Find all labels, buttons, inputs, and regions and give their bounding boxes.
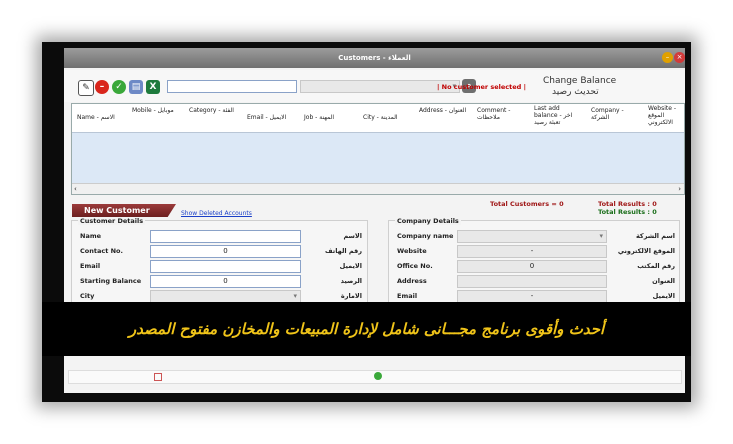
column-job[interactable]: Job - المهنة [304, 114, 352, 121]
address-field[interactable] [457, 275, 607, 288]
no-customer-selected: | No customer selected | [437, 83, 526, 91]
starting-balance-field[interactable]: 0 [150, 275, 301, 288]
toolbar: ✎ – ✓ ▤ X ▾ ⌕ [64, 70, 685, 102]
promo-caption: أحدث وأقوى برنامج مجـــانى شامل لإدارة ا… [128, 320, 605, 338]
field-label-ar: الموقع الالكتروني [617, 247, 675, 255]
field-label-ar: الاسم [343, 232, 362, 240]
save-icon[interactable]: ✓ [112, 80, 126, 94]
delete-icon[interactable]: – [95, 80, 109, 94]
name-field[interactable] [150, 230, 301, 243]
field-label: Office No. [397, 262, 433, 270]
field-label-ar: الايميل [339, 262, 362, 270]
company-name-select[interactable]: ▾ [457, 230, 607, 243]
bottom-strip [64, 364, 685, 390]
chevron-down-icon: ▾ [599, 232, 603, 240]
field-label: Address [397, 277, 427, 285]
customers-table[interactable]: Name - الاسم Mobile - موبايل Category - … [71, 103, 685, 195]
field-label-ar: الرصيد [340, 277, 362, 285]
field-label-ar: اسم الشركة [635, 232, 675, 240]
email-field[interactable] [150, 260, 301, 273]
field-label: City [80, 292, 95, 300]
field-label: Email [80, 262, 101, 270]
column-address[interactable]: Address - العنوان [419, 107, 467, 114]
column-email[interactable]: Email - الايميل [247, 114, 307, 121]
scroll-right-icon[interactable]: › [678, 184, 681, 194]
excel-icon[interactable]: X [146, 80, 160, 94]
field-label: Starting Balance [80, 277, 142, 285]
change-balance-button-ar[interactable]: تحديث رصيد [552, 87, 599, 97]
field-label: Name [80, 232, 102, 240]
customer-select[interactable]: ▾ [300, 80, 460, 93]
promo-overlay: أحدث وأقوى برنامج مجـــانى شامل لإدارة ا… [42, 302, 691, 356]
customer-details-title: Customer Details [78, 217, 146, 225]
window-titlebar: Customers - العملاء [64, 48, 685, 68]
table-header: Name - الاسم Mobile - موبايل Category - … [72, 104, 684, 133]
contact-no-field[interactable]: 0 [150, 245, 301, 258]
column-company[interactable]: Company - الشركة [591, 107, 639, 121]
minimize-icon[interactable]: – [662, 52, 673, 63]
field-label-ar: العنوان [652, 277, 675, 285]
column-name[interactable]: Name - الاسم [77, 114, 125, 121]
total-results-green: Total Results : 0 [598, 208, 657, 216]
print-icon[interactable]: ▤ [129, 80, 143, 94]
window-title: Customers - العملاء [338, 54, 411, 62]
close-icon[interactable]: × [674, 52, 685, 63]
total-customers: Total Customers = 0 [490, 200, 564, 208]
change-balance-button[interactable]: Change Balance [543, 76, 616, 86]
field-label: Company name [397, 232, 454, 240]
column-mobile[interactable]: Mobile - موبايل [132, 107, 180, 114]
column-category[interactable]: Category - الفئة [189, 107, 237, 114]
chevron-down-icon: ▾ [293, 292, 297, 300]
field-label: Website [397, 247, 427, 255]
company-details-panel: Company Details Company name ▾ اسم الشرك… [388, 217, 680, 307]
field-label: Contact No. [80, 247, 123, 255]
show-deleted-link[interactable]: Show Deleted Accounts [181, 210, 252, 217]
total-results-red: Total Results : 0 [598, 200, 657, 208]
checkbox-icon[interactable] [154, 373, 162, 381]
scroll-left-icon[interactable]: ‹ [74, 184, 77, 194]
table-horizontal-scrollbar[interactable]: ‹ › [72, 183, 684, 194]
company-details-title: Company Details [395, 217, 461, 225]
office-no-field[interactable]: 0 [457, 260, 607, 273]
column-city[interactable]: City - المدينة [363, 114, 411, 121]
field-label-ar: رقم المكتب [637, 262, 675, 270]
status-icon [374, 372, 382, 380]
new-customer-banner: New Customer [72, 204, 176, 217]
column-website[interactable]: Website - الموقع الالكتروني [648, 105, 684, 126]
customer-details-panel: Customer Details Name الاسم Contact No. … [71, 217, 368, 307]
field-label-ar: الايميل [652, 292, 675, 300]
edit-icon[interactable]: ✎ [78, 80, 94, 96]
field-label-ar: رقم الهاتف [325, 247, 362, 255]
field-label: Email [397, 292, 418, 300]
search-input[interactable] [167, 80, 297, 93]
column-last-balance[interactable]: Last add balance - اخر تعبئة رصيد [534, 105, 584, 126]
website-field[interactable]: - [457, 245, 607, 258]
field-label-ar: الامارة [340, 292, 362, 300]
column-comment[interactable]: Comment - ملاحظات [477, 107, 529, 121]
